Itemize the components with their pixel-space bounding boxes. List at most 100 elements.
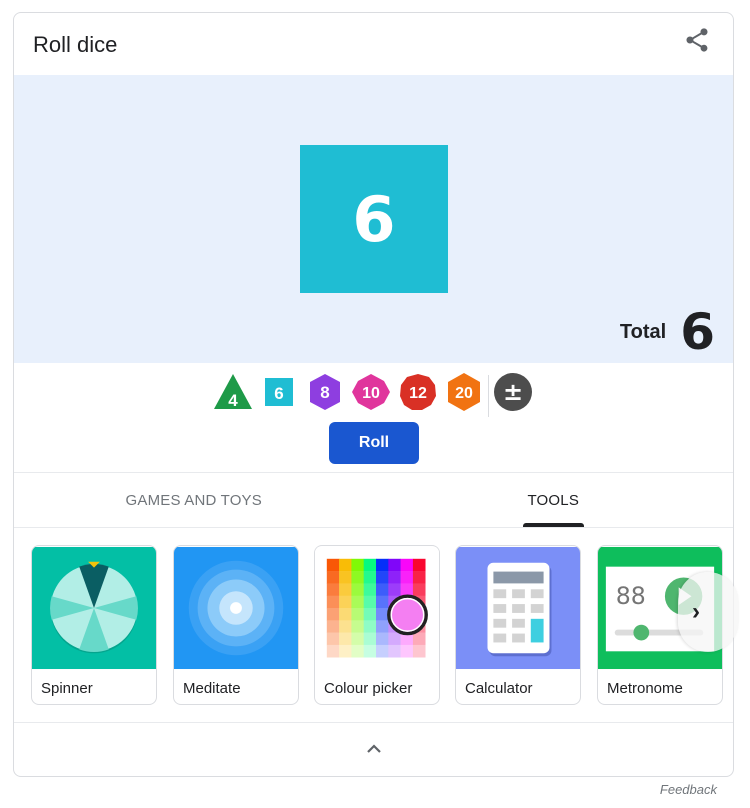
bpm-value: 88 <box>616 582 646 610</box>
colour-swatch <box>339 571 352 584</box>
colour-swatch <box>363 595 377 609</box>
colour-swatch <box>363 632 377 646</box>
d20-label: 20 <box>455 385 473 402</box>
tile-meditate[interactable]: Meditate <box>173 545 299 705</box>
collapse-button[interactable] <box>14 723 733 776</box>
dice-result-area: 6 Total 6 <box>14 75 733 363</box>
colour-swatch <box>339 644 352 658</box>
d8-label: 8 <box>320 383 329 402</box>
colour-swatch <box>412 644 426 658</box>
colour-swatch <box>400 571 414 584</box>
colour-swatch <box>388 644 401 658</box>
colour-swatch <box>388 583 401 596</box>
modifier-button[interactable]: ± <box>493 372 533 412</box>
total-label: Total <box>619 320 667 343</box>
chevron-right-icon: › <box>692 598 700 625</box>
colour-swatch <box>376 620 389 633</box>
colour-swatch <box>339 558 352 572</box>
tile-label: Calculator <box>465 680 533 697</box>
d6-button[interactable]: 6 <box>259 372 299 412</box>
colour-picker-icon <box>315 546 439 670</box>
colour-swatch <box>376 571 389 584</box>
colour-swatch <box>363 620 377 633</box>
category-tabs: GAMES AND TOYS TOOLS <box>14 473 733 527</box>
colour-swatch <box>326 571 340 584</box>
colour-swatch <box>326 583 340 596</box>
roll-dice-card: Roll dice 6 Total 6 4 6 8 10 12 20 ± Rol… <box>13 12 734 777</box>
d8-button[interactable]: 8 <box>305 372 345 412</box>
roll-button[interactable]: Roll <box>329 422 419 464</box>
colour-selector-handle <box>387 594 428 636</box>
colour-swatch <box>339 632 352 646</box>
colour-swatch <box>412 558 426 572</box>
tab-games-and-toys[interactable]: GAMES AND TOYS <box>14 473 374 527</box>
d4-button[interactable]: 4 <box>213 372 253 412</box>
meditate-icon <box>174 546 298 670</box>
colour-swatch <box>363 583 377 596</box>
colour-swatch <box>351 595 365 609</box>
colour-swatch <box>339 583 352 596</box>
colour-swatch <box>326 644 340 658</box>
colour-swatch <box>388 632 401 646</box>
colour-swatch <box>351 558 365 572</box>
tab-tools[interactable]: TOOLS <box>374 473 734 527</box>
plus-minus-icon: ± <box>503 378 523 406</box>
tile-calculator[interactable]: Calculator <box>455 545 581 705</box>
colour-swatch <box>351 571 365 584</box>
share-icon[interactable] <box>683 26 711 54</box>
colour-swatch <box>363 571 377 584</box>
d10-button[interactable]: 10 <box>351 372 391 412</box>
colour-swatch <box>388 558 401 572</box>
colour-swatch <box>351 620 365 633</box>
colour-swatch <box>363 644 377 658</box>
colour-swatch <box>376 608 389 621</box>
carousel-next-button[interactable]: › <box>678 572 738 652</box>
total-value: 6 <box>680 303 715 361</box>
tile-colour-picker[interactable]: Colour picker <box>314 545 440 705</box>
d6-label: 6 <box>274 384 283 403</box>
colour-swatch <box>376 583 389 596</box>
d10-label: 10 <box>362 385 380 402</box>
colour-swatch <box>351 583 365 596</box>
chevron-up-icon <box>367 744 381 753</box>
colour-swatch <box>376 558 389 572</box>
colour-swatch <box>339 620 352 633</box>
card-header: Roll dice <box>14 13 733 75</box>
colour-swatch <box>351 644 365 658</box>
d20-button[interactable]: 20 <box>444 372 484 412</box>
colour-swatch <box>326 558 340 572</box>
total-display: Total 6 <box>620 303 715 361</box>
colour-swatch <box>326 595 340 609</box>
colour-swatch <box>339 595 352 609</box>
tools-carousel: Spinner Meditate Colour picker Calculato… <box>31 545 731 705</box>
divider <box>14 527 733 528</box>
colour-swatch <box>376 595 389 609</box>
colour-swatch <box>351 632 365 646</box>
spinner-icon <box>32 546 156 670</box>
tile-spinner[interactable]: Spinner <box>31 545 157 705</box>
colour-swatch <box>351 608 365 621</box>
colour-swatch <box>400 644 414 658</box>
tile-label: Metronome <box>607 680 683 697</box>
colour-swatch <box>326 608 340 621</box>
calculator-icon <box>456 546 580 670</box>
colour-swatch <box>326 632 340 646</box>
d12-label: 12 <box>409 385 427 402</box>
tile-label: Meditate <box>183 680 241 697</box>
colour-swatch <box>376 632 389 646</box>
colour-swatch <box>412 632 426 646</box>
d4-label: 4 <box>228 391 238 410</box>
tile-label: Spinner <box>41 680 93 697</box>
tile-label: Colour picker <box>324 680 413 697</box>
colour-swatch <box>326 620 340 633</box>
d12-button[interactable]: 12 <box>398 372 438 412</box>
colour-swatch <box>412 571 426 584</box>
result-die: 6 <box>300 145 448 293</box>
dice-selector: 4 6 8 10 12 20 ± <box>14 368 733 418</box>
colour-swatch <box>400 558 414 572</box>
colour-swatch <box>376 644 389 658</box>
feedback-link[interactable]: Feedback <box>660 782 717 797</box>
colour-swatch <box>400 583 414 596</box>
card-title: Roll dice <box>33 32 118 57</box>
colour-swatch <box>412 583 426 596</box>
